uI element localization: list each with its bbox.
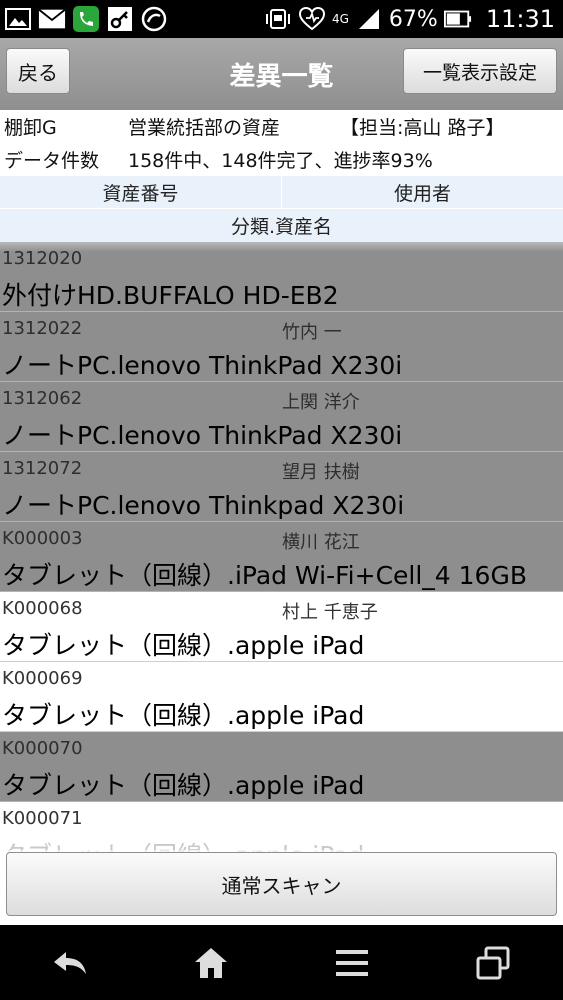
list-item[interactable]: K000071 タブレット（回線）.apple iPad: [0, 802, 563, 852]
browser-icon: [140, 5, 168, 33]
list-item[interactable]: 1312020 外付けHD.BUFFALO HD-EB2: [0, 242, 563, 312]
navigation-bar: [0, 925, 563, 1000]
asset-number: 1312020: [2, 248, 83, 269]
asset-name: ノートPC.lenovo ThinkPad X230i: [2, 351, 403, 380]
app-header: 戻る 差異一覧 一覧表示設定: [0, 38, 563, 110]
list-item[interactable]: K000069 タブレット（回線）.apple iPad: [0, 662, 563, 732]
data-count-label: データ件数: [4, 150, 100, 172]
status-right-icons: 4G 67% 11:31: [264, 5, 563, 33]
key-icon: [106, 5, 134, 33]
asset-number: K000071: [2, 808, 83, 829]
column-header-asset-no: 資産番号: [0, 176, 282, 208]
column-header-row-2: 分類.資産名: [0, 209, 563, 242]
battery-percent: 67%: [388, 6, 438, 32]
column-header-row-1: 資産番号 使用者: [0, 176, 563, 209]
asset-name: 外付けHD.BUFFALO HD-EB2: [2, 281, 339, 310]
owner-label: 【担当:高山 路子】: [340, 117, 505, 139]
column-header-category-name: 分類.資産名: [230, 216, 333, 238]
asset-user: 上関 洋介: [282, 392, 360, 413]
clock: 11:31: [485, 5, 555, 33]
network-type: 4G: [331, 12, 349, 26]
asset-number: K000068: [2, 598, 83, 619]
asset-user: 竹内 一: [282, 322, 342, 343]
list-item[interactable]: 1312062 上関 洋介 ノートPC.lenovo ThinkPad X230…: [0, 382, 563, 452]
gallery-icon: [4, 5, 32, 33]
asset-user: 村上 千恵子: [282, 602, 378, 623]
list-item[interactable]: K000068 村上 千恵子 タブレット（回線）.apple iPad: [0, 592, 563, 662]
scan-button-area: 通常スキャン: [0, 850, 563, 925]
difference-list[interactable]: 1312020 外付けHD.BUFFALO HD-EB2 1312022 竹内 …: [0, 242, 563, 852]
inventory-info: 棚卸G 営業統括部の資産 【担当:高山 路子】 データ件数 158件中、148件…: [0, 110, 563, 176]
back-button[interactable]: 戻る: [6, 48, 70, 94]
department-assets: 営業統括部の資産: [128, 117, 281, 139]
asset-number: K000003: [2, 528, 83, 549]
battery-icon: [443, 5, 472, 33]
asset-number: K000070: [2, 738, 83, 759]
asset-number: K000069: [2, 668, 83, 689]
phone-app-icon: [72, 5, 100, 33]
asset-name: ノートPC.lenovo ThinkPad X230i: [2, 421, 403, 450]
info-row-assignment: 棚卸G 営業統括部の資産 【担当:高山 路子】: [0, 110, 563, 143]
asset-user: 横川 花江: [282, 532, 360, 553]
info-row-progress: データ件数 158件中、148件完了、進捗率93%: [0, 143, 563, 176]
back-icon[interactable]: [40, 933, 100, 993]
asset-name: タブレット（回線）.apple iPad: [2, 631, 365, 660]
asset-number: 1312072: [2, 458, 83, 479]
asset-number: 1312062: [2, 388, 83, 409]
screen: 4G 67% 11:31 戻る 差異一覧 一覧表示設定 棚卸G 営業統括部の資産…: [0, 0, 563, 1000]
asset-name: タブレット（回線）.apple iPad: [2, 701, 365, 730]
home-icon[interactable]: [181, 933, 241, 993]
page-title: 差異一覧: [229, 61, 334, 92]
status-bar: 4G 67% 11:31: [0, 0, 563, 38]
asset-number: 1312022: [2, 318, 83, 339]
list-item[interactable]: 1312022 竹内 一 ノートPC.lenovo ThinkPad X230i: [0, 312, 563, 382]
asset-name: タブレット（回線）.iPad Wi-Fi+Cell_4 16GB: [2, 561, 527, 590]
column-headers: 資産番号 使用者 分類.資産名: [0, 176, 563, 242]
signal-icon: [355, 5, 383, 33]
list-display-settings-button[interactable]: 一覧表示設定: [403, 48, 557, 94]
status-left-icons: [0, 5, 168, 33]
data-count-value: 158件中、148件完了、進捗率93%: [128, 150, 433, 172]
asset-user: 望月 扶樹: [282, 462, 360, 483]
asset-name: タブレット（回線）.apple iPad: [2, 771, 365, 800]
list-item[interactable]: K000070 タブレット（回線）.apple iPad: [0, 732, 563, 802]
list-item[interactable]: K000003 横川 花江 タブレット（回線）.iPad Wi-Fi+Cell_…: [0, 522, 563, 592]
inventory-group: 棚卸G: [4, 117, 57, 139]
normal-scan-button[interactable]: 通常スキャン: [6, 852, 557, 916]
list-item[interactable]: 1312072 望月 扶樹 ノートPC.lenovo Thinkpad X230…: [0, 452, 563, 522]
mail-icon: [38, 5, 66, 33]
heart-icon: [298, 5, 326, 33]
vibrate-icon: [264, 5, 292, 33]
asset-name: ノートPC.lenovo Thinkpad X230i: [2, 491, 405, 520]
menu-icon[interactable]: [322, 933, 382, 993]
column-header-user: 使用者: [393, 182, 451, 205]
recent-apps-icon[interactable]: [463, 933, 523, 993]
